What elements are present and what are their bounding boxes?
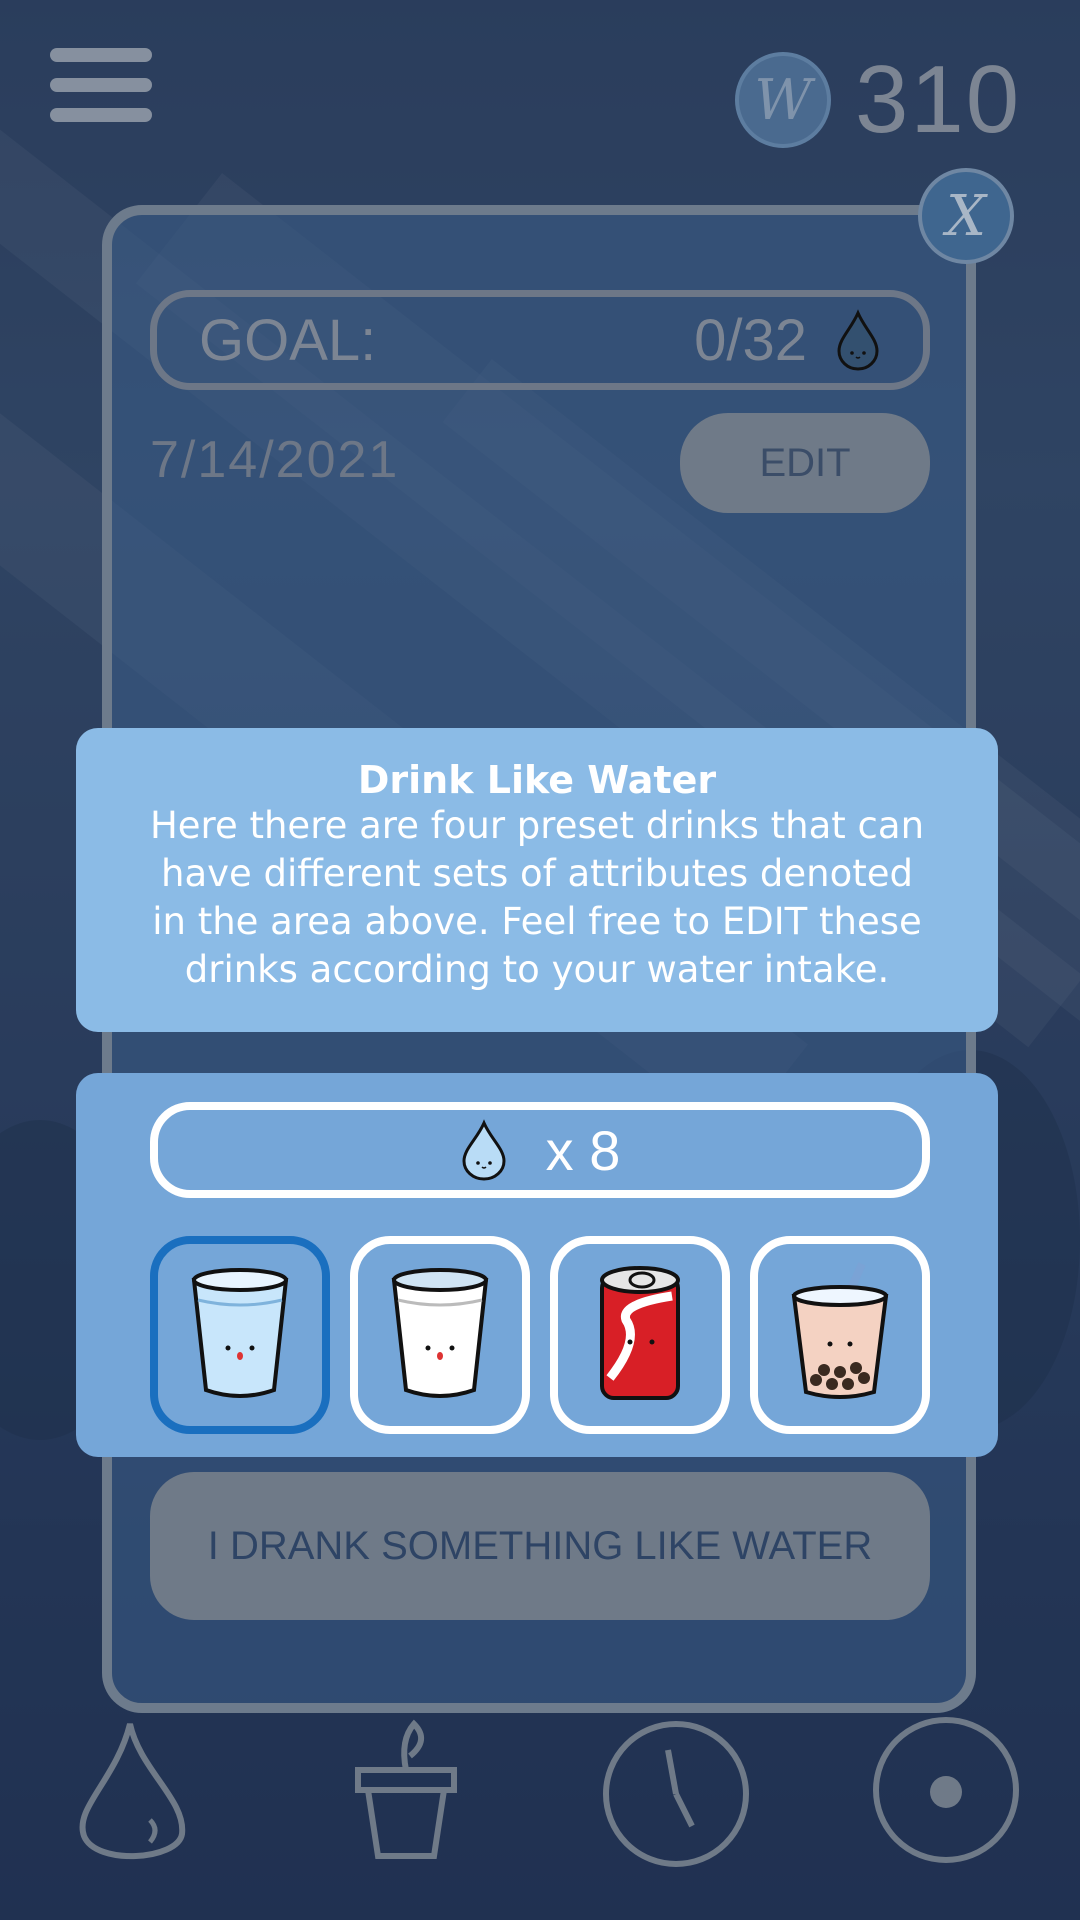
tooltip-body: Here there are four preset drinks that c… <box>149 804 925 991</box>
water-drop-icon <box>837 309 879 371</box>
tutorial-tooltip: Drink Like Water Here there are four pre… <box>76 728 998 1032</box>
tooltip-title: Drink Like Water <box>357 758 717 802</box>
water-drop-icon <box>79 1723 186 1859</box>
coin-count: 310 <box>855 46 1022 153</box>
close-button[interactable]: X <box>918 168 1014 264</box>
clock-icon <box>603 1721 749 1867</box>
milk-glass-icon <box>391 1268 489 1398</box>
plant-pot-icon <box>355 1719 457 1859</box>
water-glass-icon <box>191 1268 289 1398</box>
drink-preset-soda[interactable] <box>550 1236 730 1434</box>
hamburger-menu-icon[interactable] <box>50 48 152 138</box>
drink-preset-bubble-tea[interactable] <box>750 1236 930 1434</box>
edit-button[interactable]: EDIT <box>680 413 930 513</box>
date-label: 7/14/2021 <box>150 431 400 489</box>
coin-icon: W <box>735 52 831 148</box>
nav-water[interactable] <box>56 1710 216 1870</box>
drink-preset-water[interactable] <box>150 1236 330 1434</box>
bubble-tea-icon <box>791 1262 889 1399</box>
drop-count-value: x 8 <box>545 1118 621 1182</box>
water-drop-icon <box>462 1119 506 1181</box>
goal-bar: GOAL: 0/32 <box>150 290 930 390</box>
nav-plant[interactable] <box>326 1710 486 1870</box>
goal-progress: 0/32 <box>694 307 807 373</box>
drink-preset-milk[interactable] <box>350 1236 530 1434</box>
nav-clock[interactable] <box>596 1710 756 1870</box>
soda-can-icon <box>600 1266 680 1400</box>
drank-button[interactable]: I DRANK SOMETHING LIKE WATER <box>150 1472 930 1620</box>
record-icon <box>873 1717 1019 1863</box>
nav-record[interactable] <box>866 1710 1026 1870</box>
drop-count-bar: x 8 <box>150 1102 930 1198</box>
goal-label: GOAL: <box>199 307 377 373</box>
